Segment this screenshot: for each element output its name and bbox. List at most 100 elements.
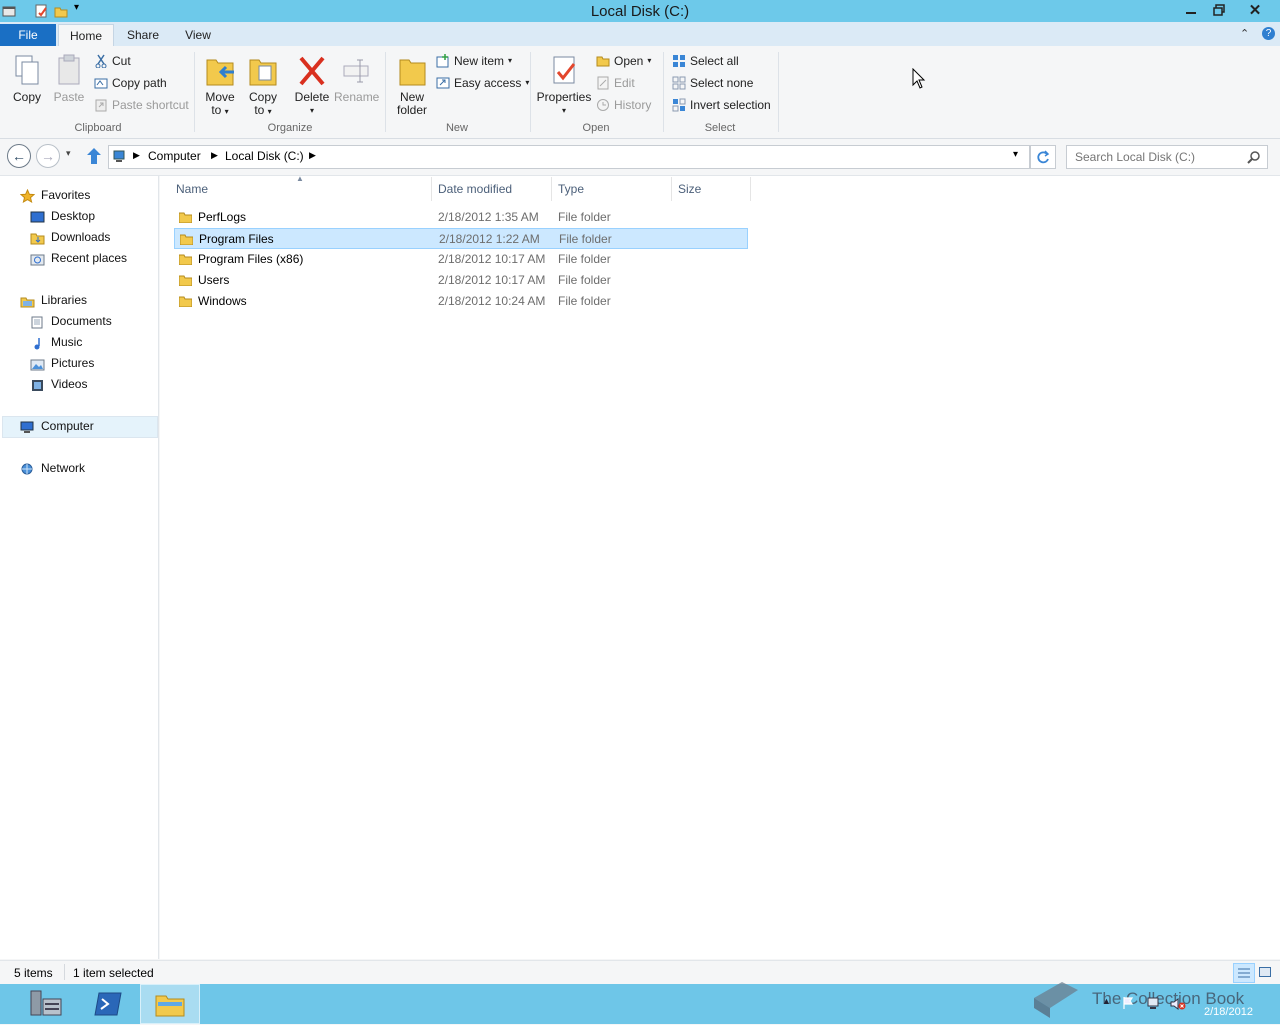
delete-icon xyxy=(299,56,325,86)
dropdown-arrow-icon: ▾ xyxy=(267,107,272,116)
paste-shortcut-button[interactable]: Paste shortcut xyxy=(94,96,189,114)
search-input[interactable] xyxy=(1073,149,1247,165)
invert-selection-button[interactable]: Invert selection xyxy=(672,96,771,114)
file-explorer-taskbar-button[interactable] xyxy=(140,984,200,1024)
customize-toolbar-icon[interactable]: ▾ xyxy=(74,2,88,16)
nav-network[interactable]: Network xyxy=(20,458,85,479)
column-header-type[interactable]: Type xyxy=(558,182,584,196)
rename-button[interactable]: Rename xyxy=(334,54,379,104)
address-dropdown-icon[interactable]: ▾ xyxy=(1013,149,1018,160)
forward-button[interactable]: → xyxy=(36,144,60,168)
address-bar[interactable]: ▶ Computer ▶ Local Disk (C:) ▶ ▾ xyxy=(108,145,1030,169)
properties-button[interactable]: Properties ▾ xyxy=(536,54,592,117)
nav-favorites[interactable]: Favorites xyxy=(19,185,90,206)
back-button[interactable]: ← xyxy=(7,144,31,168)
computer-icon xyxy=(20,420,35,433)
tab-view[interactable]: View xyxy=(180,24,216,46)
column-divider[interactable] xyxy=(431,177,432,201)
select-none-button[interactable]: Select none xyxy=(672,74,753,92)
history-label: History xyxy=(614,98,652,112)
nav-documents[interactable]: Documents xyxy=(30,311,112,332)
help-icon[interactable]: ? xyxy=(1262,27,1275,40)
delete-button[interactable]: Delete ▾ xyxy=(292,54,332,117)
group-divider xyxy=(194,52,195,132)
powershell-taskbar-button[interactable] xyxy=(78,984,138,1024)
network-tray-icon[interactable] xyxy=(1146,996,1160,1013)
edit-button[interactable]: Edit xyxy=(596,74,635,92)
breadcrumb-local-disk[interactable]: Local Disk (C:) xyxy=(225,149,304,163)
table-row[interactable]: Windows 2/18/2012 10:24 AM File folder xyxy=(174,291,748,312)
refresh-button[interactable] xyxy=(1030,145,1056,169)
selection-count: 1 item selected xyxy=(73,966,154,980)
cut-button[interactable]: Cut xyxy=(94,52,131,70)
tab-home[interactable]: Home xyxy=(58,24,114,48)
system-menu-icon[interactable] xyxy=(2,4,16,18)
move-to-icon xyxy=(206,59,234,86)
column-divider[interactable] xyxy=(551,177,552,201)
column-divider[interactable] xyxy=(671,177,672,201)
clock-date[interactable]: 2/18/2012 xyxy=(1204,1006,1253,1018)
select-group-label: Select xyxy=(704,122,736,134)
easy-access-button[interactable]: Easy access ▾ xyxy=(436,74,529,92)
action-center-flag-icon[interactable] xyxy=(1122,996,1134,1013)
volume-muted-icon[interactable] xyxy=(1170,997,1186,1014)
table-row-selected[interactable]: Program Files 2/18/2012 1:22 AM File fol… xyxy=(174,228,748,249)
column-header-size[interactable]: Size xyxy=(678,182,701,196)
collapse-ribbon-icon[interactable]: ⌃ xyxy=(1240,27,1249,40)
new-folder-quick-icon[interactable] xyxy=(54,4,68,18)
group-divider xyxy=(663,52,664,132)
nav-computer[interactable]: Computer xyxy=(20,416,94,437)
copy-button[interactable]: Copy xyxy=(8,54,46,104)
copy-path-button[interactable]: Copy path xyxy=(94,74,167,92)
nav-libraries[interactable]: Libraries xyxy=(20,290,87,311)
server-manager-taskbar-button[interactable] xyxy=(16,984,76,1024)
up-button[interactable] xyxy=(86,147,102,168)
select-all-button[interactable]: Select all xyxy=(672,52,739,70)
search-icon[interactable] xyxy=(1247,150,1261,167)
nav-recent-places[interactable]: Recent places xyxy=(30,248,127,269)
close-button[interactable]: ✕ xyxy=(1240,0,1270,20)
breadcrumb-chevron-icon[interactable]: ▶ xyxy=(309,150,316,161)
table-row[interactable]: Users 2/18/2012 10:17 AM File folder xyxy=(174,270,748,291)
invert-selection-icon xyxy=(672,98,686,112)
new-item-icon xyxy=(436,54,450,68)
properties-quick-icon[interactable] xyxy=(34,4,48,18)
dropdown-arrow-icon: ▾ xyxy=(309,106,314,115)
tab-file[interactable]: File xyxy=(0,24,56,46)
nav-music[interactable]: Music xyxy=(30,332,82,353)
breadcrumb-computer[interactable]: Computer xyxy=(148,149,201,163)
history-button[interactable]: History xyxy=(596,96,651,114)
move-to-button[interactable]: Move to ▾ xyxy=(202,54,238,118)
paste-button[interactable]: Paste xyxy=(50,54,88,104)
breadcrumb-chevron-icon[interactable]: ▶ xyxy=(133,150,140,161)
table-row[interactable]: Program Files (x86) 2/18/2012 10:17 AM F… xyxy=(174,249,748,270)
minimize-button[interactable] xyxy=(1176,0,1206,20)
scissors-icon xyxy=(94,54,108,69)
tab-share[interactable]: Share xyxy=(124,24,162,46)
dropdown-arrow-icon: ▾ xyxy=(224,107,229,116)
file-type: File folder xyxy=(559,232,612,246)
nav-pictures[interactable]: Pictures xyxy=(30,353,94,374)
title-bar: Local Disk (C:) xyxy=(0,0,1280,22)
column-divider[interactable] xyxy=(750,177,751,201)
nav-videos[interactable]: Videos xyxy=(30,374,87,395)
open-button[interactable]: Open ▾ xyxy=(596,52,651,70)
table-row[interactable]: PerfLogs 2/18/2012 1:35 AM File folder xyxy=(174,207,748,228)
column-header-date-modified[interactable]: Date modified xyxy=(438,182,512,196)
pictures-icon xyxy=(30,357,45,371)
open-label: Open xyxy=(614,54,644,68)
breadcrumb-chevron-icon[interactable]: ▶ xyxy=(211,150,218,161)
nav-desktop[interactable]: Desktop xyxy=(30,206,95,227)
copy-to-button[interactable]: Copy to ▾ xyxy=(245,54,281,118)
column-header-name[interactable]: Name xyxy=(176,182,208,196)
large-icons-view-button[interactable] xyxy=(1256,964,1274,980)
tray-expand-icon[interactable]: ▲ xyxy=(1102,996,1111,1006)
new-folder-button[interactable]: New folder xyxy=(392,54,432,117)
new-item-button[interactable]: New item ▾ xyxy=(436,52,512,70)
nav-downloads[interactable]: Downloads xyxy=(30,227,110,248)
details-view-button[interactable] xyxy=(1233,963,1255,983)
new-item-label: New item xyxy=(454,54,505,68)
search-box[interactable] xyxy=(1066,145,1268,169)
restore-button[interactable] xyxy=(1204,0,1234,20)
recent-locations-icon[interactable]: ▾ xyxy=(66,148,71,159)
